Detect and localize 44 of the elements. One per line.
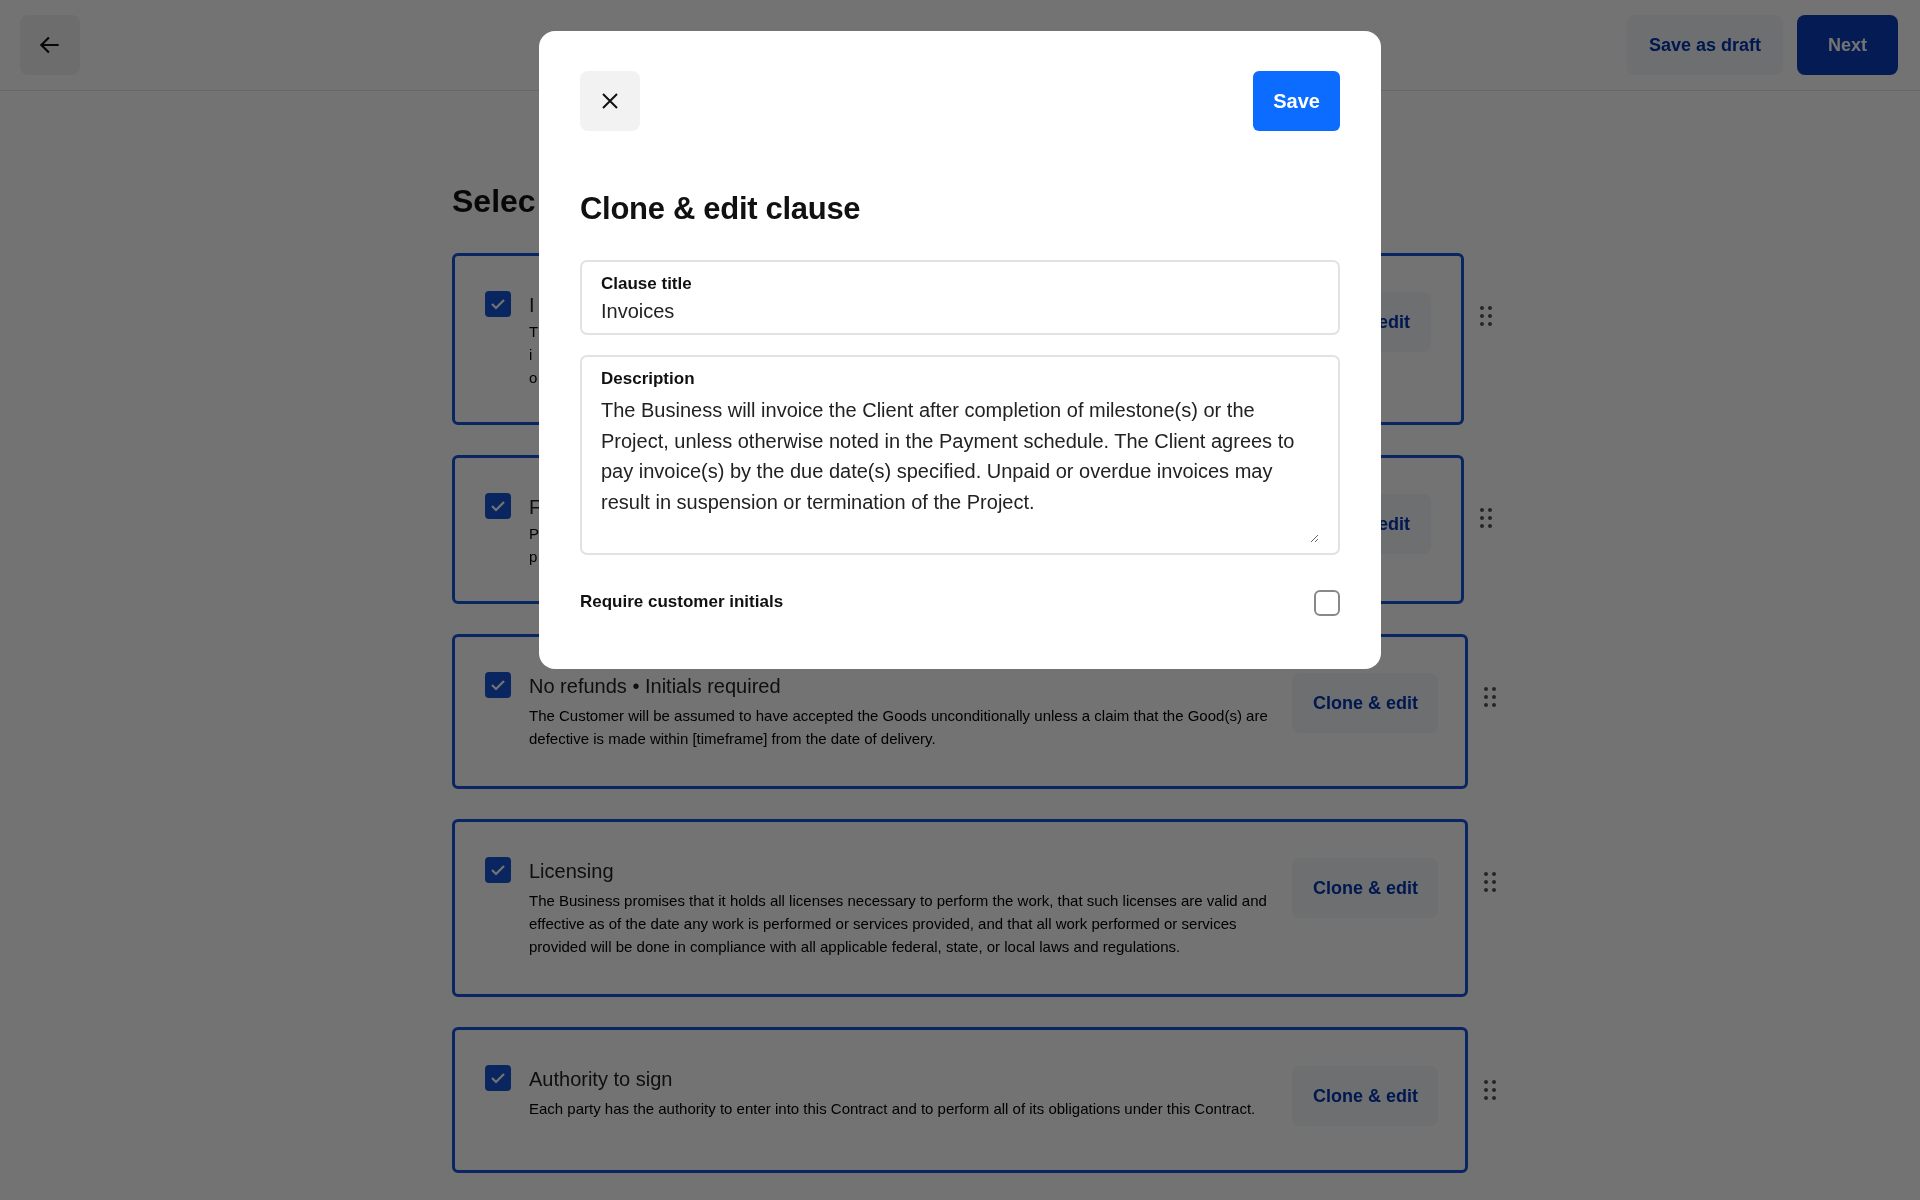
clause-checkbox[interactable] [485,1065,511,1091]
clause-checkbox[interactable] [485,672,511,698]
dialog-title: Clone & edit clause [580,191,862,227]
drag-handle-icon[interactable] [1484,872,1496,892]
clause-title: No refunds • Initials required [529,675,781,698]
clause-title: Licensing [529,860,614,883]
clause-title: I [529,294,535,317]
clause-description: p [529,548,538,565]
field-label: Description [601,369,696,389]
check-icon [490,679,506,691]
require-initials-label: Require customer initials [580,591,784,612]
drag-handle-icon[interactable] [1480,508,1492,528]
close-button[interactable] [580,71,640,131]
description-field[interactable] [580,355,1340,555]
clause-description: Each party has the authority to enter into this Contract and to perform all of its obligations under this Contract. [529,1099,1257,1119]
check-icon [490,500,506,512]
save-button[interactable]: Save [1253,71,1340,131]
field-label: Clause title [601,274,693,294]
clause-title: Authority to sign [529,1068,673,1091]
check-icon [490,1072,506,1084]
clone-edit-button[interactable]: Clone & edit [1292,1066,1438,1126]
page-heading: Selec [452,183,536,220]
clause-description: P [529,525,539,542]
clause-checkbox[interactable] [485,493,511,519]
clause-checkbox[interactable] [485,857,511,883]
clause-description: The Business promises that it holds all licenses necessary to perform the work, that such licenses are valid and effective as of the date any work is performed or services provided, and that all work performed or services provided will be done in compliance with all applicable federal, state, or local laws and regulations. [529,891,1268,957]
next-button[interactable]: Next [1797,15,1898,75]
back-button[interactable] [20,15,80,75]
check-icon [490,298,506,310]
check-icon [490,864,506,876]
close-icon [600,91,620,111]
clone-edit-button[interactable]: Clone & edit [1292,858,1438,918]
clause-description: T [529,323,539,340]
clause-description: The Customer will be assumed to have accepted the Goods unconditionally unless a claim that the Good(s) are defective is made within [timeframe] from the date of delivery. [529,706,1269,749]
clause-checkbox[interactable] [485,291,511,317]
drag-handle-icon[interactable] [1484,687,1496,707]
require-initials-checkbox[interactable] [1314,590,1340,616]
clause-title-field[interactable]: Clause title Invoices [580,260,1340,335]
drag-handle-icon[interactable] [1480,306,1492,326]
save-draft-button[interactable]: Save as draft [1626,15,1783,75]
clause-description: o [529,369,538,386]
clone-edit-button[interactable]: Clone & edit [1292,673,1438,733]
clause-description: i [529,346,533,363]
drag-handle-icon[interactable] [1484,1080,1496,1100]
